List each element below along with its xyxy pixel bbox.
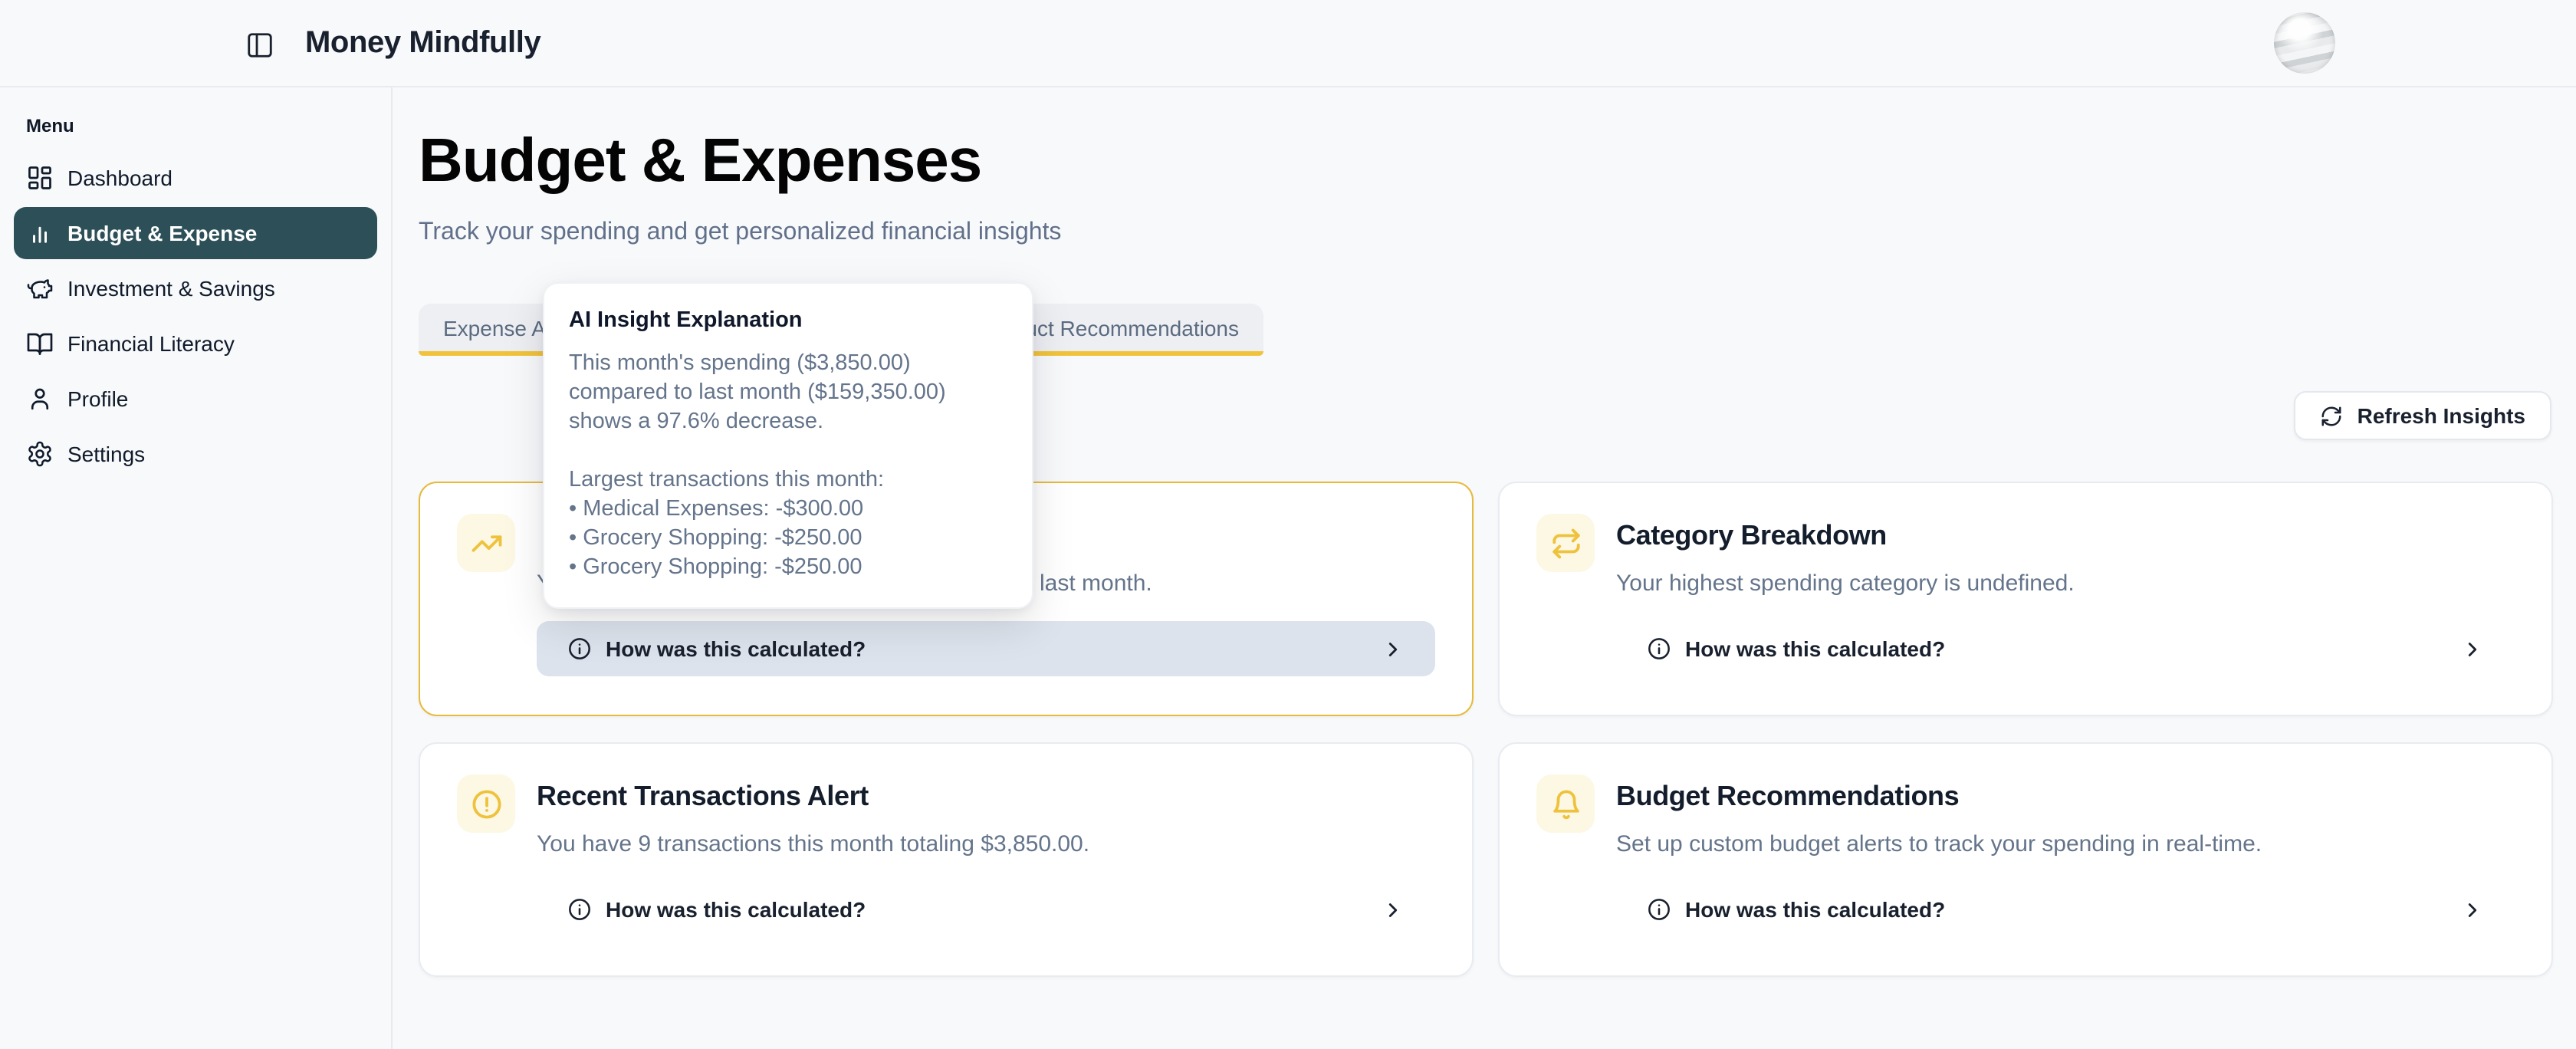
piggy-bank-icon: [26, 275, 54, 302]
card-budget-recommendations: Budget Recommendations Set up custom bud…: [1498, 742, 2553, 977]
tooltip-list-intro: Largest transactions this month:: [569, 466, 1007, 495]
tooltip-paragraph: This month's spending ($3,850.00) compar…: [569, 350, 1007, 437]
how-calculated-label: How was this calculated?: [1685, 897, 1945, 922]
gear-icon: [26, 440, 54, 468]
sidebar-item-label: Profile: [67, 386, 128, 411]
page-subtitle: Track your spending and get personalized…: [419, 219, 1061, 247]
bell-icon: [1536, 774, 1595, 833]
chevron-right-icon: [2461, 637, 2484, 660]
repeat-icon: [1536, 514, 1595, 572]
sidebar-item-label: Investment & Savings: [67, 276, 275, 301]
app-title: Money Mindfully: [305, 0, 540, 86]
card-recent-transactions-alert: Recent Transactions Alert You have 9 tra…: [419, 742, 1474, 977]
refresh-icon: [2321, 404, 2344, 427]
tooltip-title: AI Insight Explanation: [569, 308, 1007, 333]
card-description: You have 9 transactions this month total…: [537, 831, 1089, 857]
card-title: Budget Recommendations: [1616, 781, 1959, 813]
top-header: Money Mindfully: [0, 0, 2576, 87]
card-category-breakdown: Category Breakdown Your highest spending…: [1498, 482, 2553, 716]
book-open-icon: [26, 330, 54, 357]
how-calculated-button[interactable]: How was this calculated?: [1616, 621, 2515, 676]
tooltip-list-item: • Grocery Shopping: -$250.00: [569, 524, 1007, 554]
card-description: Your highest spending category is undefi…: [1616, 571, 2075, 597]
bar-chart-icon: [26, 219, 54, 247]
main-content: Budget & Expenses Track your spending an…: [394, 87, 2576, 1049]
sidebar-item-financial-literacy[interactable]: Financial Literacy: [14, 317, 377, 370]
info-icon: [567, 636, 592, 661]
trending-up-icon: [457, 514, 515, 572]
how-calculated-button[interactable]: How was this calculated?: [1616, 882, 2515, 937]
tooltip-list-item: • Grocery Shopping: -$250.00: [569, 554, 1007, 583]
refresh-insights-label: Refresh Insights: [2358, 403, 2525, 428]
info-icon: [1647, 897, 1671, 922]
panel-left-icon: [245, 30, 285, 59]
sidebar-item-budget-expense[interactable]: Budget & Expense: [14, 207, 377, 259]
refresh-insights-button[interactable]: Refresh Insights: [2295, 391, 2551, 440]
ai-insight-tooltip: AI Insight Explanation This month's spen…: [543, 282, 1033, 609]
how-calculated-label: How was this calculated?: [1685, 636, 1945, 661]
user-avatar[interactable]: [2274, 12, 2335, 74]
chevron-right-icon: [2461, 898, 2484, 921]
card-title: Category Breakdown: [1616, 520, 1887, 552]
tooltip-list-item: • Medical Expenses: -$300.00: [569, 495, 1007, 524]
how-calculated-button[interactable]: How was this calculated?: [537, 621, 1435, 676]
page-title: Budget & Expenses: [419, 127, 981, 195]
sidebar-menu-label: Menu: [26, 115, 391, 136]
sidebar-toggle-button[interactable]: [245, 25, 285, 64]
user-icon: [26, 385, 54, 413]
info-icon: [1647, 636, 1671, 661]
sidebar-item-settings[interactable]: Settings: [14, 428, 377, 480]
info-icon: [567, 897, 592, 922]
sidebar-item-label: Settings: [67, 442, 145, 466]
card-title: Recent Transactions Alert: [537, 781, 869, 813]
sidebar: Menu Dashboard Budget & Expense Investme…: [0, 87, 393, 1049]
sidebar-item-label: Budget & Expense: [67, 221, 257, 245]
sidebar-item-dashboard[interactable]: Dashboard: [14, 152, 377, 204]
sidebar-item-label: Dashboard: [67, 166, 172, 190]
dashboard-grid-icon: [26, 164, 54, 192]
chevron-right-icon: [1382, 637, 1405, 660]
card-description: Set up custom budget alerts to track you…: [1616, 831, 2262, 857]
how-calculated-label: How was this calculated?: [606, 897, 866, 922]
sidebar-item-label: Financial Literacy: [67, 331, 235, 356]
how-calculated-button[interactable]: How was this calculated?: [537, 882, 1435, 937]
alert-circle-icon: [457, 774, 515, 833]
how-calculated-label: How was this calculated?: [606, 636, 866, 661]
app-root: Money Mindfully Menu Dashboard Budget & …: [0, 0, 2576, 1049]
chevron-right-icon: [1382, 898, 1405, 921]
sidebar-item-investment-savings[interactable]: Investment & Savings: [14, 262, 377, 314]
sidebar-item-profile[interactable]: Profile: [14, 373, 377, 425]
